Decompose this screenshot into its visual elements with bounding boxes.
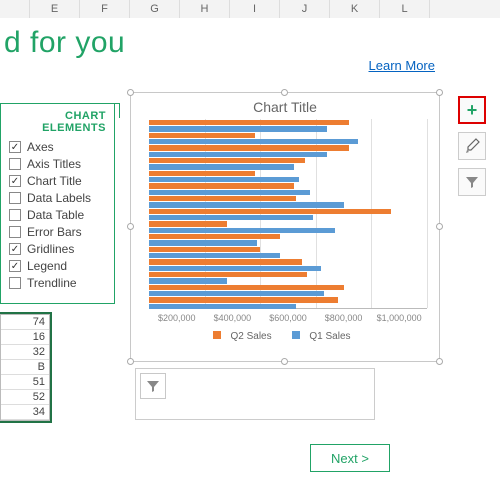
chart-elements-list: ✓ Axes Axis Titles ✓ Chart Title Data Labels D… xyxy=(9,140,106,290)
checkbox-label: Data Table xyxy=(27,208,84,222)
cell[interactable]: 34 xyxy=(1,405,49,420)
chart-element-option[interactable]: Data Table xyxy=(9,208,106,222)
checkbox-label: Axis Titles xyxy=(27,157,81,171)
checkbox[interactable]: ✓ xyxy=(9,243,21,255)
checkbox-label: Gridlines xyxy=(27,242,74,256)
chart-element-option[interactable]: Axis Titles xyxy=(9,157,106,171)
chart-styles-button[interactable] xyxy=(458,132,486,160)
chart-filters-button[interactable] xyxy=(458,168,486,196)
checkbox-label: Trendline xyxy=(27,276,77,290)
cell[interactable]: 32 xyxy=(1,345,49,360)
funnel-icon xyxy=(465,175,479,189)
next-button[interactable]: Next > xyxy=(310,444,390,472)
chart-plot-area[interactable] xyxy=(149,119,427,309)
checkbox[interactable] xyxy=(9,226,21,238)
checkbox[interactable] xyxy=(9,192,21,204)
checkbox[interactable] xyxy=(9,158,21,170)
checkbox[interactable]: ✓ xyxy=(9,175,21,187)
chart-container[interactable]: Chart Title $200,000$400,000$600,000$800… xyxy=(130,92,440,362)
visible-data-cells[interactable]: 741632B515234 xyxy=(0,314,50,421)
chart-elements-title: CHART ELEMENTS xyxy=(9,110,106,134)
chart-element-option[interactable]: ✓ Gridlines xyxy=(9,242,106,256)
plus-icon: + xyxy=(467,100,478,121)
checkbox-label: Legend xyxy=(27,259,67,273)
checkbox[interactable] xyxy=(9,209,21,221)
chart-title[interactable]: Chart Title xyxy=(131,93,439,119)
chart-elements-button[interactable]: + xyxy=(458,96,486,124)
brush-icon xyxy=(464,138,480,154)
funnel-icon xyxy=(146,379,160,393)
cell[interactable]: 16 xyxy=(1,330,49,345)
filter-button[interactable] xyxy=(140,373,166,399)
cell[interactable]: 52 xyxy=(1,390,49,405)
chart-legend[interactable]: Q2 Sales Q1 Sales xyxy=(131,331,439,342)
chart-element-option[interactable]: ✓ Chart Title xyxy=(9,174,106,188)
chart-element-option[interactable]: Trendline xyxy=(9,276,106,290)
chart-element-option[interactable]: ✓ Legend xyxy=(9,259,106,273)
chart-elements-callout: CHART ELEMENTS ✓ Axes Axis Titles ✓ Chart Ti… xyxy=(0,103,115,304)
column-headers: EFGHIJKL xyxy=(0,0,500,18)
checkbox-label: Error Bars xyxy=(27,225,82,239)
cell[interactable]: B xyxy=(1,360,49,375)
checkbox[interactable] xyxy=(9,277,21,289)
chart-element-option[interactable]: ✓ Axes xyxy=(9,140,106,154)
recommendations-placeholder xyxy=(135,368,375,420)
legend-q1: Q1 Sales xyxy=(309,331,350,342)
legend-q2: Q2 Sales xyxy=(230,331,271,342)
checkbox[interactable]: ✓ xyxy=(9,141,21,153)
checkbox-label: Axes xyxy=(27,140,54,154)
cell[interactable]: 51 xyxy=(1,375,49,390)
checkbox-label: Data Labels xyxy=(27,191,91,205)
chart-x-axis: $200,000$400,000$600,000$800,000$1,000,0… xyxy=(149,313,427,323)
chart-side-tools: + xyxy=(458,96,488,204)
chart-element-option[interactable]: Error Bars xyxy=(9,225,106,239)
chart-element-option[interactable]: Data Labels xyxy=(9,191,106,205)
learn-more-link[interactable]: Learn More xyxy=(369,58,435,73)
cell[interactable]: 74 xyxy=(1,315,49,330)
checkbox-label: Chart Title xyxy=(27,174,82,188)
checkbox[interactable]: ✓ xyxy=(9,260,21,272)
